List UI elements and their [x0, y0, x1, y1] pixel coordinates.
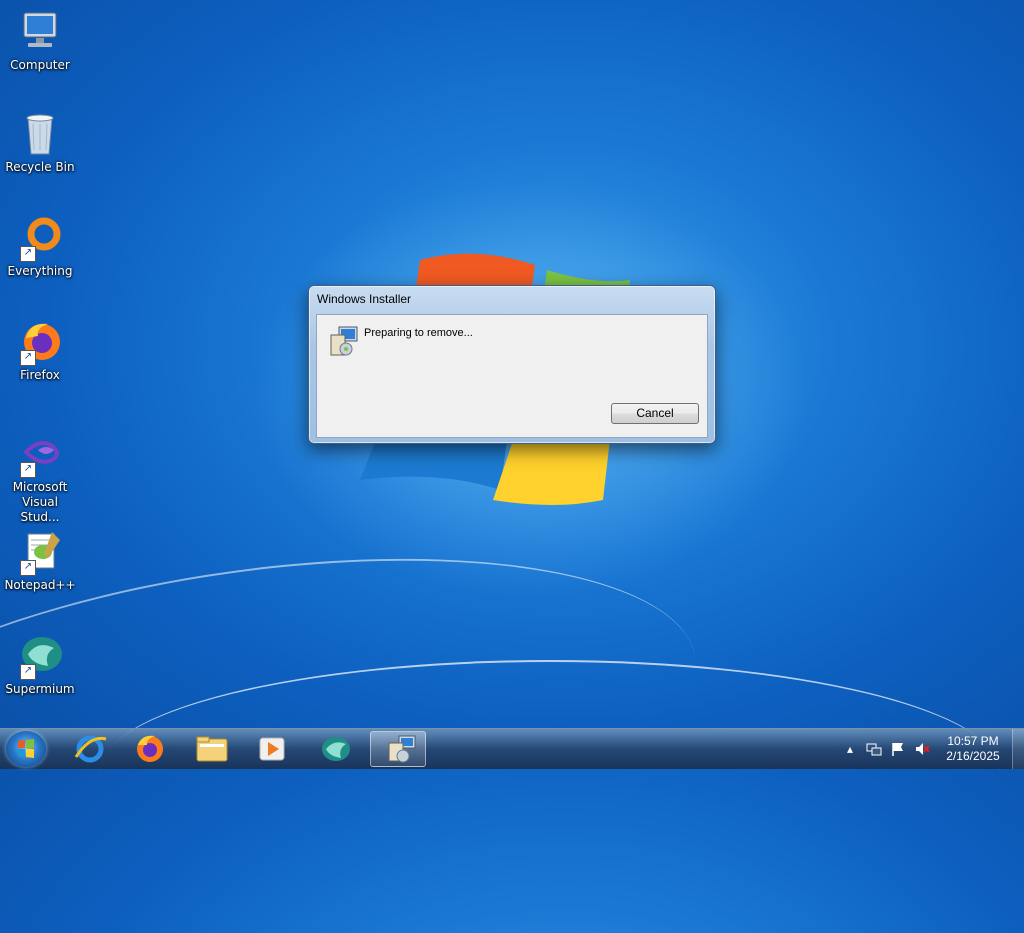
dialog-title: Windows Installer: [317, 292, 412, 306]
shortcut-arrow-icon: ↗: [20, 350, 36, 366]
cancel-button[interactable]: Cancel: [611, 403, 699, 424]
system-clock[interactable]: 10:57 PM 2/16/2025: [942, 734, 1004, 764]
taskbar-windows-installer[interactable]: [370, 731, 426, 767]
visual-studio-icon: ↗: [16, 430, 64, 478]
everything-icon: ↗: [16, 214, 64, 262]
dialog-message: Preparing to remove...: [364, 327, 473, 339]
firefox-icon: [137, 735, 163, 762]
installer-icon: [329, 325, 359, 357]
start-button[interactable]: [6, 731, 46, 767]
taskbar-supermium[interactable]: [308, 731, 364, 767]
volume-muted-icon[interactable]: [914, 741, 930, 757]
clock-time: 10:57 PM: [947, 734, 999, 748]
taskbar-internet-explorer[interactable]: [62, 731, 118, 767]
windows-installer-dialog[interactable]: Windows Installer Preparing to remove...…: [308, 285, 716, 444]
notepad-plus-plus-icon: ↗: [16, 528, 64, 576]
desktop-icon-label: Firefox: [20, 368, 60, 382]
taskbar: ▴ 10:57 PM 2/16/2025: [0, 728, 1024, 769]
desktop-icon-label: Supermium: [5, 682, 75, 696]
desktop-icon-supermium[interactable]: ↗ Supermium: [4, 632, 76, 697]
internet-explorer-icon: [74, 735, 107, 763]
taskbar-media-player[interactable]: [244, 731, 300, 767]
computer-icon: [16, 8, 64, 56]
desktop-icon-label: Computer: [10, 58, 70, 72]
wallpaper-swoosh: [0, 508, 717, 933]
wallpaper-swoosh: [100, 660, 1000, 882]
network-icon[interactable]: [866, 741, 882, 757]
taskbar-file-explorer[interactable]: [184, 731, 240, 767]
media-player-icon: [259, 737, 285, 761]
shortcut-arrow-icon: ↗: [20, 462, 36, 478]
desktop-icon-recycle-bin[interactable]: Recycle Bin: [4, 110, 76, 175]
recycle-bin-icon: [16, 110, 64, 158]
shortcut-arrow-icon: ↗: [20, 560, 36, 576]
windows-logo-icon: [18, 739, 34, 758]
desktop-icon-label: Recycle Bin: [5, 160, 75, 174]
dialog-body: Preparing to remove... Cancel: [316, 314, 708, 438]
taskbar-firefox[interactable]: [122, 731, 178, 767]
clock-date: 2/16/2025: [946, 749, 1000, 763]
supermium-icon: ↗: [16, 632, 64, 680]
desktop-icon-everything[interactable]: ↗ Everything: [4, 214, 76, 279]
show-hidden-icons-arrow[interactable]: ▴: [842, 741, 858, 757]
file-explorer-icon: [196, 736, 228, 762]
desktop-icon-notepad-plus-plus[interactable]: ↗ Notepad++: [4, 528, 76, 593]
shortcut-arrow-icon: ↗: [20, 246, 36, 262]
desktop-icon-label: Microsoft Visual Stud...: [12, 480, 68, 524]
show-desktop-button[interactable]: [1012, 729, 1024, 769]
shortcut-arrow-icon: ↗: [20, 664, 36, 680]
desktop-icon-label: Everything: [7, 264, 73, 278]
supermium-icon: [322, 737, 350, 761]
action-center-flag-icon[interactable]: [890, 741, 906, 757]
desktop-icon-label: Notepad++: [4, 578, 76, 592]
firefox-icon: ↗: [16, 318, 64, 366]
desktop-icon-computer[interactable]: Computer: [4, 8, 76, 73]
desktop-icon-visual-studio[interactable]: ↗ Microsoft Visual Stud...: [4, 430, 76, 525]
installer-icon: [388, 735, 416, 763]
desktop-icon-firefox[interactable]: ↗ Firefox: [4, 318, 76, 383]
